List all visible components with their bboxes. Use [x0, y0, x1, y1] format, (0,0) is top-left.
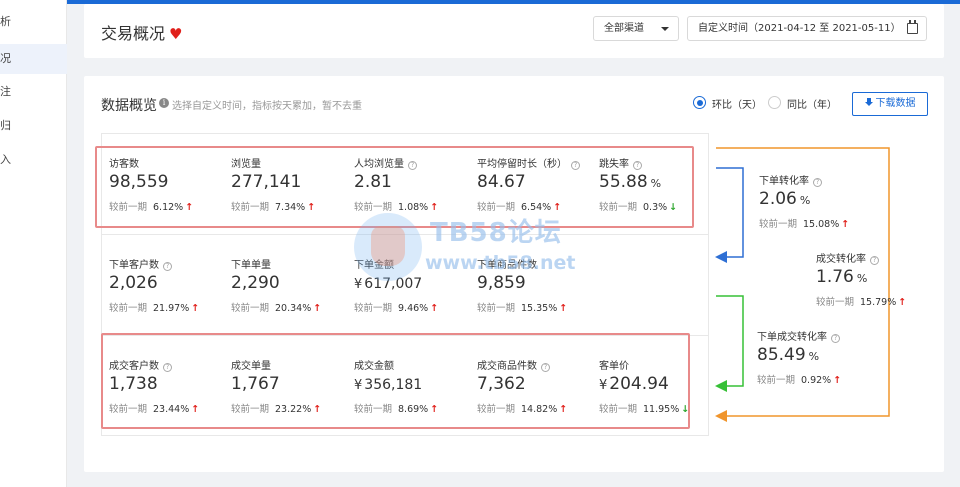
question-circle-icon[interactable]: ?	[813, 178, 822, 187]
metric-change: 15.08%	[803, 219, 840, 230]
metric-unit: %	[808, 350, 820, 363]
metric-change: 0.92%	[801, 375, 832, 386]
metric-value: 2.06	[759, 189, 797, 209]
watermark-url: www.tb58.net	[425, 252, 576, 274]
arrow-up-icon: ↑	[898, 297, 907, 308]
question-circle-icon[interactable]: ?	[831, 334, 840, 343]
metric-value: 1.76	[816, 267, 854, 287]
metric-value: 85.49	[757, 345, 806, 365]
metric-label: 下单成交转化率	[757, 332, 827, 343]
metric-deal-conversion: 成交转化率? 1.76% 较前一期 15.79% ↑	[816, 250, 938, 310]
metric-order-to-deal-conversion: 下单成交转化率? 85.49% 较前一期 0.92% ↑	[757, 328, 879, 388]
arrow-up-icon: ↑	[841, 219, 850, 230]
watermark-title: TB58论坛	[430, 218, 562, 248]
arrow-up-icon: ↑	[833, 375, 842, 386]
metric-order-conversion: 下单转化率? 2.06% 较前一期 15.08% ↑	[759, 172, 881, 232]
compare-label: 较前一期	[759, 219, 798, 230]
watermark-logo	[354, 213, 422, 281]
compare-label: 较前一期	[757, 375, 796, 386]
compare-label: 较前一期	[816, 297, 855, 308]
metric-change: 15.79%	[860, 297, 897, 308]
flow-arrow-blue	[715, 167, 744, 263]
flow-arrow-green	[715, 295, 744, 392]
metric-label: 下单转化率	[759, 176, 809, 187]
metric-unit: %	[856, 272, 868, 285]
metric-label: 成交转化率	[816, 254, 866, 265]
metric-unit: %	[799, 194, 811, 207]
question-circle-icon[interactable]: ?	[870, 256, 879, 265]
